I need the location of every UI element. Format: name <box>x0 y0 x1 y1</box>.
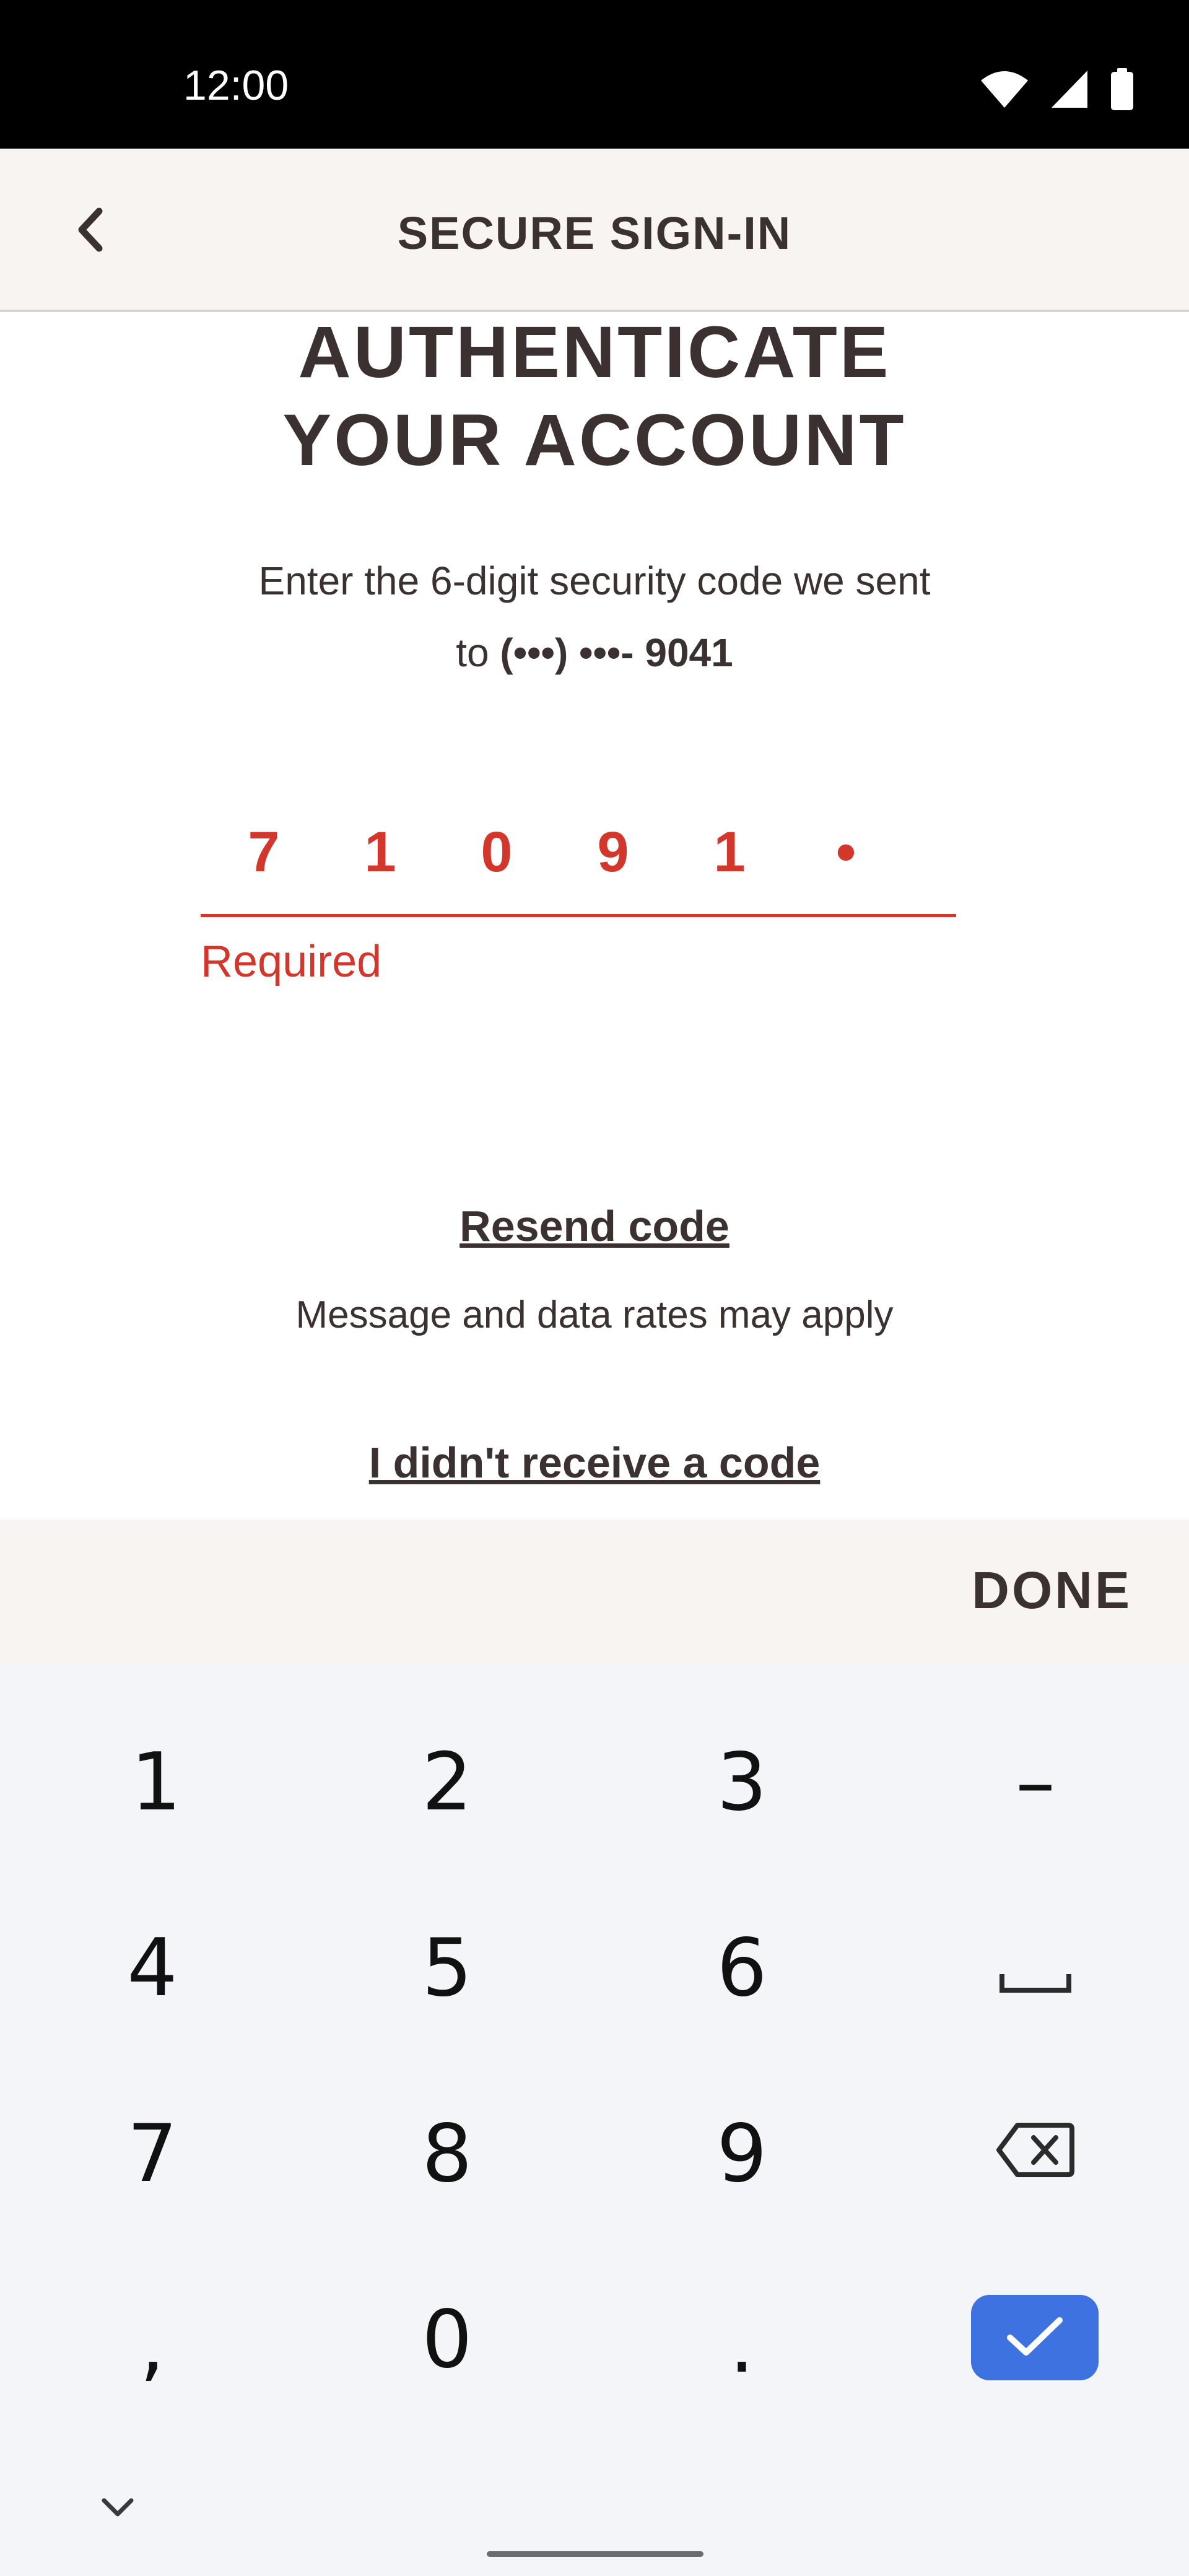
page-heading: AUTHENTICATE YOUR ACCOUNT <box>0 308 1189 484</box>
key-2[interactable]: 2 <box>354 1714 540 1850</box>
key-1[interactable]: 1 <box>63 1714 249 1850</box>
backspace-icon <box>995 2108 1076 2200</box>
masked-phone-number: (•••) •••- 9041 <box>500 630 733 675</box>
code-error-message: Required <box>201 937 382 986</box>
key-7[interactable]: 7 <box>59 2086 245 2222</box>
navigation-handle[interactable] <box>487 2551 703 2557</box>
battery-icon <box>1110 67 1135 113</box>
security-code-input[interactable]: 7 1 0 9 1 • <box>201 799 956 917</box>
code-digit-3: 0 <box>481 820 513 884</box>
key-8[interactable]: 8 <box>354 2086 540 2222</box>
didnt-receive-code-link[interactable]: I didn't receive a code <box>0 1438 1189 1487</box>
wifi-icon <box>980 69 1029 112</box>
keyboard-collapse-button[interactable] <box>93 2483 142 2533</box>
resend-code-link[interactable]: Resend code <box>0 1201 1189 1251</box>
key-5[interactable]: 5 <box>354 1900 540 2036</box>
key-0[interactable]: 0 <box>354 2271 540 2408</box>
rates-note: Message and data rates may apply <box>295 1294 894 1336</box>
code-digit-4: 9 <box>597 820 629 884</box>
key-3[interactable]: 3 <box>649 1714 835 1850</box>
key-enter[interactable] <box>971 2295 1099 2380</box>
key-9[interactable]: 9 <box>649 2086 835 2222</box>
code-digit-1: 7 <box>248 820 280 884</box>
instruction-text: Enter the 6-digit security code we sent … <box>161 545 1028 689</box>
code-digit-2: 1 <box>364 820 396 884</box>
instruction-line-1: Enter the 6-digit security code we sent <box>258 559 931 603</box>
header-title: SECURE SIGN-IN <box>397 207 792 259</box>
key-backspace[interactable] <box>943 2086 1128 2222</box>
page-heading-line-2: YOUR ACCOUNT <box>282 399 907 481</box>
done-button[interactable]: DONE <box>972 1560 1132 1621</box>
cellular-signal-icon <box>1050 69 1089 112</box>
page-heading-line-1: AUTHENTICATE <box>298 311 891 393</box>
key-period[interactable]: . <box>649 2276 835 2413</box>
key-space[interactable] <box>943 1900 1128 2036</box>
key-4[interactable]: 4 <box>59 1900 245 2036</box>
key-6[interactable]: 6 <box>649 1900 835 2036</box>
key-comma[interactable]: , <box>59 2276 245 2413</box>
instruction-line-2: to (•••) •••- 9041 <box>161 617 1028 689</box>
chevron-down-icon <box>100 2496 135 2521</box>
key-dash[interactable]: – <box>943 1714 1128 1850</box>
code-digit-5: 1 <box>713 820 746 884</box>
check-icon <box>1005 2314 1065 2362</box>
status-time: 12:00 <box>183 62 289 109</box>
space-icon <box>998 1922 1073 2014</box>
status-icons <box>980 66 1135 115</box>
code-digit-6: • <box>835 820 856 884</box>
instruction-prefix: to <box>456 630 500 675</box>
